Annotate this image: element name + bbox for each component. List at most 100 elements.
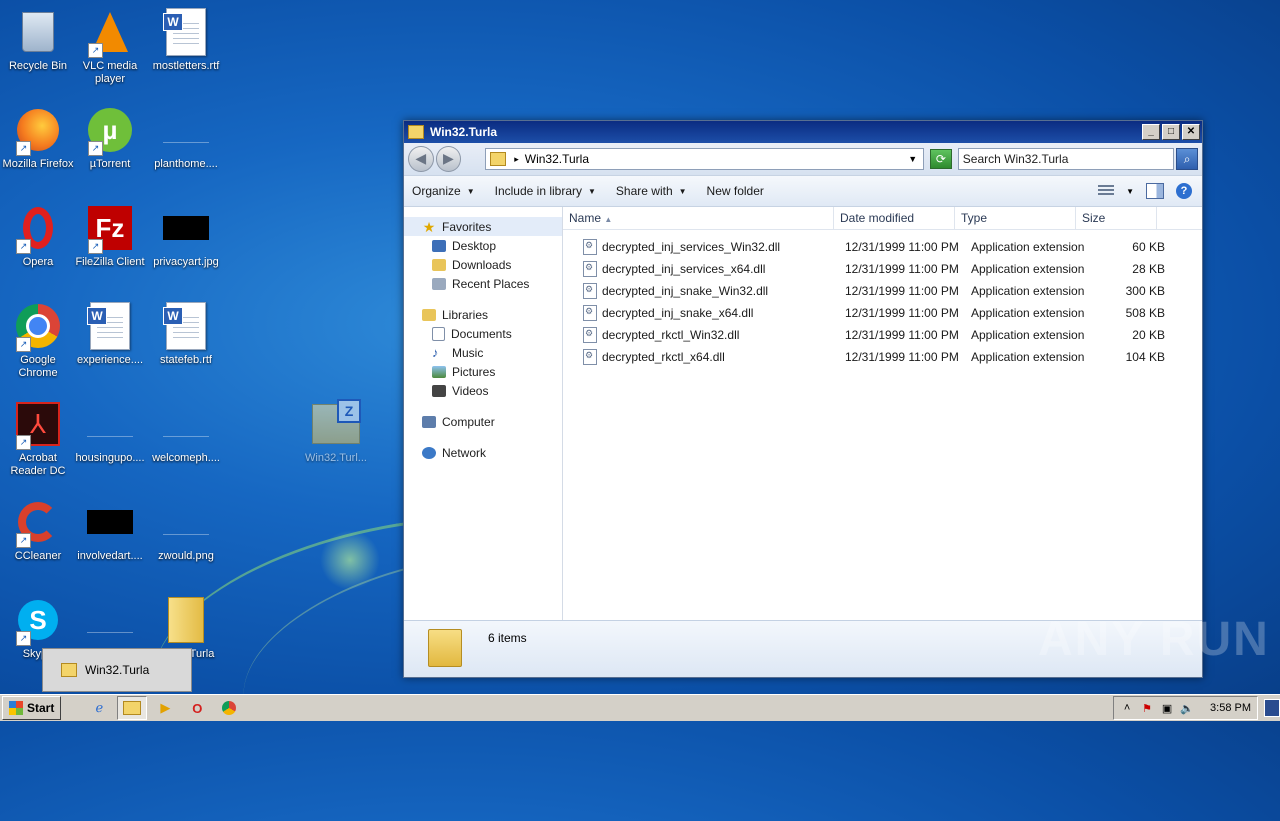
preview-pane-icon[interactable] [1146,183,1164,199]
dll-file-icon [583,239,597,255]
desktop-icon-housingupo[interactable]: housingupo.... [72,396,148,465]
nav-desktop[interactable]: Desktop [404,236,562,255]
folder-icon [408,125,424,139]
show-hidden-icons-icon[interactable]: ˄ [1120,701,1134,715]
start-button[interactable]: Start [2,696,62,720]
desktop-icon-win32-turla-zip[interactable]: Z Win32.Turl... [298,396,374,465]
minimize-button[interactable]: _ [1142,124,1160,140]
desktop-icon-mostletters[interactable]: W mostletters.rtf [148,4,224,73]
desktop-icon-filezilla[interactable]: Fz ↗ FileZilla Client [72,200,148,269]
file-type-cell: Application extension [971,306,1085,320]
change-view-icon[interactable] [1098,185,1115,197]
desktop-icon-zwould[interactable]: zwould.png [148,494,224,563]
nav-network[interactable]: Network [404,443,562,462]
file-row[interactable]: decrypted_inj_snake_Win32.dll 12/31/1999 … [563,280,1202,302]
nav-pictures[interactable]: Pictures [404,362,562,381]
desktop-icon-utorrent[interactable]: µ ↗ µTorrent [72,102,148,171]
file-type-cell: Application extension [971,284,1085,298]
command-bar: Organize ▼ Include in library ▼ Share with… [404,175,1202,207]
action-center-icon[interactable]: ⚑ [1140,701,1154,715]
file-date-cell: 12/31/1999 11:00 PM [845,350,959,364]
desktop-icon-planthome[interactable]: planthome.... [148,102,224,171]
folder-icon [428,629,462,667]
sort-up-icon: ▲ [604,215,613,224]
nav-libraries[interactable]: Libraries [404,305,562,324]
nav-documents[interactable]: Documents [404,324,562,343]
refresh-button[interactable]: ⟳ [930,149,952,169]
nav-recent-places[interactable]: Recent Places [404,274,562,293]
desktop-icon-chrome[interactable]: ↗ Google Chrome [0,298,76,380]
column-size[interactable]: Size [1076,207,1157,229]
window-body: ★ Favorites Desktop Downloads Recent Plac… [404,207,1202,621]
desktop-icon-experience[interactable]: W experience.... [72,298,148,367]
computer-icon [422,415,436,428]
desktop-icon-involvedart[interactable]: involvedart.... [72,494,148,563]
show-desktop-button[interactable] [1264,699,1280,717]
search-input[interactable]: Search Win32.Turla [957,148,1175,170]
image-thumbnail-icon [86,498,134,546]
internet-explorer-icon[interactable]: ℯ [85,697,113,719]
file-name-cell: decrypted_inj_snake_x64.dll [563,305,839,321]
close-button[interactable]: ✕ [1182,124,1200,140]
shortcut-arrow-icon: ↗ [16,533,31,548]
media-player-icon[interactable]: ▶ [151,697,179,719]
desktop-icon-welcomeph[interactable]: welcomeph.... [148,396,224,465]
search-placeholder: Search Win32.Turla [962,152,1069,166]
desktop-icon-acrobat[interactable]: ⅄ ↗ Acrobat Reader DC [0,396,76,478]
desktop-icon-vlc[interactable]: ↗ VLC media player [72,4,148,86]
file-name-cell: decrypted_rkctl_Win32.dll [563,327,839,343]
address-bar[interactable]: ▸ Win32.Turla ▼ [485,148,925,170]
shortcut-arrow-icon: ↗ [88,141,103,156]
nav-computer[interactable]: Computer [404,412,562,431]
dll-file-icon [583,283,597,299]
desktop-icon-statefeb[interactable]: W statefeb.rtf [148,298,224,367]
desktop-icon-ccleaner[interactable]: ↗ CCleaner [0,494,76,563]
file-row[interactable]: decrypted_inj_services_x64.dll 12/31/1999… [563,258,1202,280]
volume-icon[interactable]: 🔈 [1180,701,1194,715]
nav-music[interactable]: ♪ Music [404,343,562,362]
chrome-icon[interactable] [215,697,243,719]
maximize-button[interactable]: □ [1162,124,1180,140]
file-row[interactable]: decrypted_rkctl_Win32.dll 12/31/1999 11:0… [563,324,1202,346]
chevron-down-icon[interactable]: ▼ [908,154,917,164]
forward-button[interactable]: ▶ [435,146,462,172]
explorer-icon[interactable] [117,696,148,720]
nav-favorites[interactable]: ★ Favorites [404,217,562,236]
desktop-icon-privacyart[interactable]: privacyart.jpg [148,200,224,269]
file-type-cell: Application extension [971,328,1085,342]
column-date-modified[interactable]: Date modified [834,207,955,229]
wallpaper-glow [320,530,380,590]
desktop-icon-recycle-bin[interactable]: Recycle Bin [0,4,76,73]
clock[interactable]: 3:58 PM [1210,702,1251,714]
nav-videos[interactable]: Videos [404,381,562,400]
file-row[interactable]: decrypted_inj_snake_x64.dll 12/31/1999 11… [563,302,1202,324]
desktop-icon-blank[interactable] [72,592,148,648]
chevron-down-icon[interactable]: ▼ [1126,187,1134,196]
anyrun-watermark: ANY RUN [1038,613,1270,666]
column-type[interactable]: Type [955,207,1076,229]
taskbar-window-popup[interactable]: Win32.Turla [42,648,192,692]
opera-icon[interactable]: O [183,697,211,719]
organize-button[interactable]: Organize ▼ [412,184,475,198]
file-name-cell: decrypted_rkctl_x64.dll [563,349,839,365]
nav-downloads[interactable]: Downloads [404,255,562,274]
explorer-window[interactable]: Win32.Turla _ □ ✕ ◀ ▶ ▸ Win32.Turla ▼ ⟳ … [403,120,1203,678]
window-titlebar[interactable]: Win32.Turla _ □ ✕ [404,121,1202,143]
network-icon[interactable]: ▣ [1160,701,1174,715]
file-row[interactable]: decrypted_rkctl_x64.dll 12/31/1999 11:00 … [563,346,1202,368]
share-with-button[interactable]: Share with ▼ [616,184,687,198]
desktop-icon-firefox[interactable]: ↗ Mozilla Firefox [0,102,76,171]
back-button[interactable]: ◀ [408,146,434,172]
search-icon[interactable]: ⌕ [1176,148,1198,170]
recycle-bin-icon [14,8,62,56]
column-name[interactable]: Name ▲ [563,207,834,229]
chevron-right-icon[interactable]: ▸ [514,154,519,165]
file-icon [162,498,210,546]
help-icon[interactable]: ? [1176,183,1192,199]
acrobat-icon: ⅄ ↗ [14,400,62,450]
include-in-library-button[interactable]: Include in library ▼ [495,184,596,198]
desktop-icon-opera[interactable]: ↗ Opera [0,200,76,269]
system-tray: ˄ ⚑ ▣ 🔈 3:58 PM [1113,696,1258,720]
file-row[interactable]: decrypted_inj_services_Win32.dll 12/31/19… [563,236,1202,258]
new-folder-button[interactable]: New folder [707,184,764,198]
